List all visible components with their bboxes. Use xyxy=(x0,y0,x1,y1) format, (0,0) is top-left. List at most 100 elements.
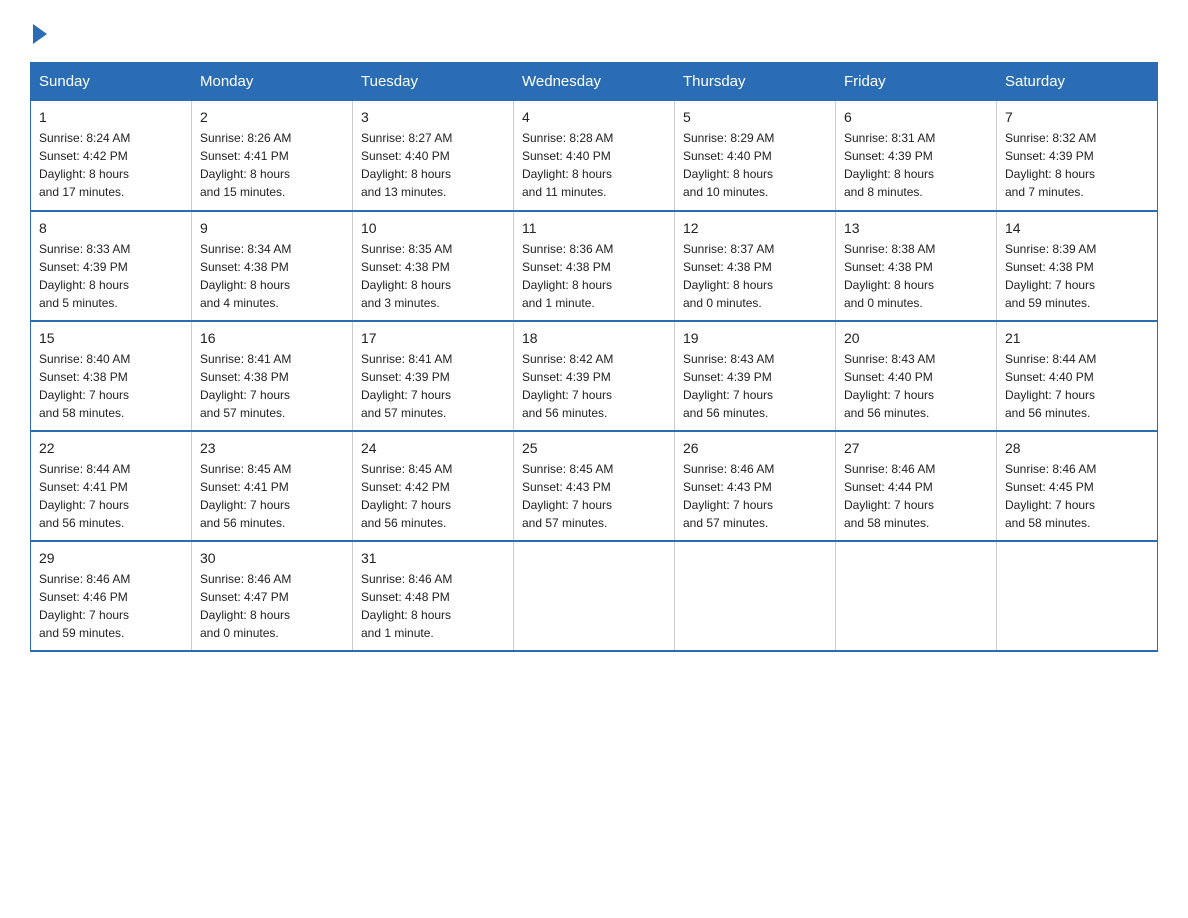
day-number: 25 xyxy=(522,440,666,456)
day-of-week-header: Saturday xyxy=(997,63,1158,101)
day-number: 23 xyxy=(200,440,344,456)
calendar-day-cell xyxy=(836,541,997,651)
day-info: Sunrise: 8:46 AM Sunset: 4:48 PM Dayligh… xyxy=(361,570,505,642)
day-number: 19 xyxy=(683,330,827,346)
calendar-day-cell: 9 Sunrise: 8:34 AM Sunset: 4:38 PM Daylig… xyxy=(192,211,353,321)
day-number: 21 xyxy=(1005,330,1149,346)
day-info: Sunrise: 8:43 AM Sunset: 4:40 PM Dayligh… xyxy=(844,350,988,422)
calendar-day-cell: 21 Sunrise: 8:44 AM Sunset: 4:40 PM Dayli… xyxy=(997,321,1158,431)
day-number: 27 xyxy=(844,440,988,456)
day-info: Sunrise: 8:44 AM Sunset: 4:41 PM Dayligh… xyxy=(39,460,183,532)
calendar-day-cell xyxy=(675,541,836,651)
calendar-day-cell: 29 Sunrise: 8:46 AM Sunset: 4:46 PM Dayli… xyxy=(31,541,192,651)
day-info: Sunrise: 8:45 AM Sunset: 4:41 PM Dayligh… xyxy=(200,460,344,532)
day-number: 4 xyxy=(522,109,666,125)
calendar-day-cell: 28 Sunrise: 8:46 AM Sunset: 4:45 PM Dayli… xyxy=(997,431,1158,541)
day-info: Sunrise: 8:26 AM Sunset: 4:41 PM Dayligh… xyxy=(200,129,344,201)
day-of-week-header: Wednesday xyxy=(514,63,675,101)
day-of-week-header: Monday xyxy=(192,63,353,101)
day-info: Sunrise: 8:38 AM Sunset: 4:38 PM Dayligh… xyxy=(844,240,988,312)
calendar-day-cell: 30 Sunrise: 8:46 AM Sunset: 4:47 PM Dayli… xyxy=(192,541,353,651)
calendar-day-cell: 12 Sunrise: 8:37 AM Sunset: 4:38 PM Dayli… xyxy=(675,211,836,321)
day-info: Sunrise: 8:36 AM Sunset: 4:38 PM Dayligh… xyxy=(522,240,666,312)
day-info: Sunrise: 8:42 AM Sunset: 4:39 PM Dayligh… xyxy=(522,350,666,422)
calendar-day-cell: 20 Sunrise: 8:43 AM Sunset: 4:40 PM Dayli… xyxy=(836,321,997,431)
day-of-week-header: Sunday xyxy=(31,63,192,101)
day-number: 3 xyxy=(361,109,505,125)
logo-arrow-icon xyxy=(33,24,47,44)
calendar-day-cell: 22 Sunrise: 8:44 AM Sunset: 4:41 PM Dayli… xyxy=(31,431,192,541)
calendar-day-cell: 27 Sunrise: 8:46 AM Sunset: 4:44 PM Dayli… xyxy=(836,431,997,541)
calendar-day-cell: 18 Sunrise: 8:42 AM Sunset: 4:39 PM Dayli… xyxy=(514,321,675,431)
day-number: 31 xyxy=(361,550,505,566)
day-of-week-header: Tuesday xyxy=(353,63,514,101)
day-info: Sunrise: 8:28 AM Sunset: 4:40 PM Dayligh… xyxy=(522,129,666,201)
calendar-day-cell: 13 Sunrise: 8:38 AM Sunset: 4:38 PM Dayli… xyxy=(836,211,997,321)
calendar-day-cell: 31 Sunrise: 8:46 AM Sunset: 4:48 PM Dayli… xyxy=(353,541,514,651)
day-info: Sunrise: 8:39 AM Sunset: 4:38 PM Dayligh… xyxy=(1005,240,1149,312)
day-info: Sunrise: 8:34 AM Sunset: 4:38 PM Dayligh… xyxy=(200,240,344,312)
day-info: Sunrise: 8:29 AM Sunset: 4:40 PM Dayligh… xyxy=(683,129,827,201)
calendar-day-cell: 2 Sunrise: 8:26 AM Sunset: 4:41 PM Daylig… xyxy=(192,101,353,211)
day-of-week-header: Friday xyxy=(836,63,997,101)
day-number: 11 xyxy=(522,220,666,236)
day-number: 22 xyxy=(39,440,183,456)
day-info: Sunrise: 8:46 AM Sunset: 4:45 PM Dayligh… xyxy=(1005,460,1149,532)
calendar-table: SundayMondayTuesdayWednesdayThursdayFrid… xyxy=(30,62,1158,652)
calendar-week-row: 22 Sunrise: 8:44 AM Sunset: 4:41 PM Dayli… xyxy=(31,431,1158,541)
logo xyxy=(30,20,47,42)
day-info: Sunrise: 8:46 AM Sunset: 4:46 PM Dayligh… xyxy=(39,570,183,642)
day-info: Sunrise: 8:32 AM Sunset: 4:39 PM Dayligh… xyxy=(1005,129,1149,201)
calendar-day-cell: 8 Sunrise: 8:33 AM Sunset: 4:39 PM Daylig… xyxy=(31,211,192,321)
day-number: 13 xyxy=(844,220,988,236)
calendar-day-cell: 24 Sunrise: 8:45 AM Sunset: 4:42 PM Dayli… xyxy=(353,431,514,541)
page-header xyxy=(30,20,1158,42)
day-info: Sunrise: 8:24 AM Sunset: 4:42 PM Dayligh… xyxy=(39,129,183,201)
day-info: Sunrise: 8:41 AM Sunset: 4:39 PM Dayligh… xyxy=(361,350,505,422)
calendar-day-cell: 16Sunrise: 8:41 AM Sunset: 4:38 PM Dayli… xyxy=(192,321,353,431)
calendar-day-cell: 15Sunrise: 8:40 AM Sunset: 4:38 PM Dayli… xyxy=(31,321,192,431)
day-number: 24 xyxy=(361,440,505,456)
calendar-day-cell: 3 Sunrise: 8:27 AM Sunset: 4:40 PM Daylig… xyxy=(353,101,514,211)
day-number: 6 xyxy=(844,109,988,125)
day-info: Sunrise: 8:37 AM Sunset: 4:38 PM Dayligh… xyxy=(683,240,827,312)
day-info: Sunrise: 8:46 AM Sunset: 4:47 PM Dayligh… xyxy=(200,570,344,642)
day-number: 26 xyxy=(683,440,827,456)
day-of-week-header: Thursday xyxy=(675,63,836,101)
calendar-day-cell: 4 Sunrise: 8:28 AM Sunset: 4:40 PM Daylig… xyxy=(514,101,675,211)
calendar-week-row: 29 Sunrise: 8:46 AM Sunset: 4:46 PM Dayli… xyxy=(31,541,1158,651)
day-number: 9 xyxy=(200,220,344,236)
day-info: Sunrise: 8:45 AM Sunset: 4:42 PM Dayligh… xyxy=(361,460,505,532)
day-number: 16 xyxy=(200,330,344,346)
day-number: 30 xyxy=(200,550,344,566)
day-info: Sunrise: 8:45 AM Sunset: 4:43 PM Dayligh… xyxy=(522,460,666,532)
day-info: Sunrise: 8:35 AM Sunset: 4:38 PM Dayligh… xyxy=(361,240,505,312)
day-info: Sunrise: 8:31 AM Sunset: 4:39 PM Dayligh… xyxy=(844,129,988,201)
day-info: Sunrise: 8:27 AM Sunset: 4:40 PM Dayligh… xyxy=(361,129,505,201)
calendar-day-cell xyxy=(514,541,675,651)
day-info: Sunrise: 8:33 AM Sunset: 4:39 PM Dayligh… xyxy=(39,240,183,312)
day-info: Sunrise: 8:46 AM Sunset: 4:44 PM Dayligh… xyxy=(844,460,988,532)
day-info: Sunrise: 8:43 AM Sunset: 4:39 PM Dayligh… xyxy=(683,350,827,422)
day-number: 8 xyxy=(39,220,183,236)
day-number: 14 xyxy=(1005,220,1149,236)
calendar-day-cell: 11 Sunrise: 8:36 AM Sunset: 4:38 PM Dayli… xyxy=(514,211,675,321)
calendar-day-cell: 17Sunrise: 8:41 AM Sunset: 4:39 PM Dayli… xyxy=(353,321,514,431)
day-info: Sunrise: 8:44 AM Sunset: 4:40 PM Dayligh… xyxy=(1005,350,1149,422)
day-number: 15 xyxy=(39,330,183,346)
day-number: 1 xyxy=(39,109,183,125)
day-number: 18 xyxy=(522,330,666,346)
day-number: 28 xyxy=(1005,440,1149,456)
calendar-header-row: SundayMondayTuesdayWednesdayThursdayFrid… xyxy=(31,63,1158,101)
day-number: 12 xyxy=(683,220,827,236)
calendar-day-cell: 23 Sunrise: 8:45 AM Sunset: 4:41 PM Dayli… xyxy=(192,431,353,541)
calendar-week-row: 15Sunrise: 8:40 AM Sunset: 4:38 PM Dayli… xyxy=(31,321,1158,431)
day-number: 29 xyxy=(39,550,183,566)
calendar-day-cell: 10Sunrise: 8:35 AM Sunset: 4:38 PM Dayli… xyxy=(353,211,514,321)
day-number: 20 xyxy=(844,330,988,346)
calendar-day-cell: 1 Sunrise: 8:24 AM Sunset: 4:42 PM Daylig… xyxy=(31,101,192,211)
day-info: Sunrise: 8:46 AM Sunset: 4:43 PM Dayligh… xyxy=(683,460,827,532)
calendar-day-cell: 26 Sunrise: 8:46 AM Sunset: 4:43 PM Dayli… xyxy=(675,431,836,541)
calendar-day-cell: 5Sunrise: 8:29 AM Sunset: 4:40 PM Daylig… xyxy=(675,101,836,211)
day-number: 2 xyxy=(200,109,344,125)
